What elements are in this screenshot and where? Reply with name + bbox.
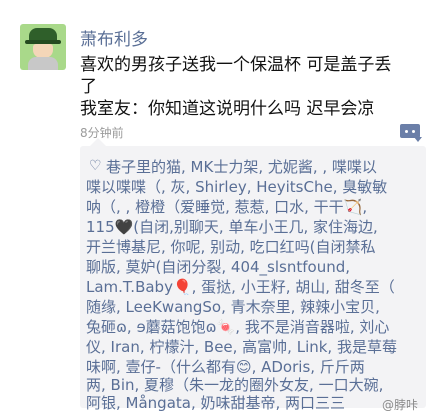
post-username[interactable]: 萧布利多 — [80, 25, 148, 50]
likes-line[interactable]: 呐（, , 橙橙（爱睡觉, 惹惹, 口水, 干干🏹, — [86, 198, 367, 217]
likes-line[interactable]: 喋以喋喋（, 灰, Shirley, HeyitsChe, 臭敏敏 — [86, 178, 387, 197]
likes-line[interactable]: Lam.T.Baby🎈, 蛋挞, 小王籽, 胡山, 甜冬至（ — [86, 278, 395, 297]
post-text-line: 我室友：你知道这说明什么吗 迟早会凉 — [80, 99, 375, 119]
likes-line[interactable]: 仪, Iran, 柠檬汁, Bee, 高富帅, Link, 我是草莓 — [86, 338, 397, 357]
likes-line[interactable]: 味啊, 壹仔-（什么都有😊, ADoris, 斤斤两 — [86, 358, 365, 377]
likes-line[interactable]: 聊版, 莫妒(自闭分裂, 404_slsntfound, — [86, 258, 350, 277]
likes-line[interactable]: 阿银, Mångata, 奶味甜基帝, 两口三三 — [86, 394, 345, 413]
post-text-line: 了 — [80, 77, 97, 97]
user-avatar[interactable] — [20, 24, 66, 70]
avatar-face — [33, 44, 53, 58]
likes-line[interactable]: 两, Bin, 夏穆（朱一龙的圈外女友, 一口大碗, — [86, 376, 383, 395]
likes-line[interactable]: 兔砸ɷ, ɘ蘑菇饱饱ɷ🍬, 我不是消音器啦, 刘心 — [86, 318, 389, 337]
likes-line[interactable]: 随缘, LeeKwangSo, 青木奈里, 辣辣小宝贝, — [86, 298, 380, 317]
post-text-line: 喜欢的男孩子送我一个保温杯 可是盖子丢 — [80, 55, 392, 75]
heart-icon: ♡ — [89, 158, 102, 174]
watermark-text: @脖咔 — [382, 398, 419, 412]
likes-line[interactable]: 115🖤(自闭,别聊天, 单车小王几, 家住海边, — [86, 218, 378, 237]
likes-line[interactable]: 巷子里的猫, MK士力架, 尤妮酱, , 喋喋以 — [106, 158, 377, 177]
likes-line[interactable]: 开兰博基尼, 你呢, 别动, 吃口红吗(自闭禁私 — [86, 238, 375, 257]
avatar-body — [28, 57, 58, 70]
comment-icon[interactable] — [400, 124, 422, 142]
